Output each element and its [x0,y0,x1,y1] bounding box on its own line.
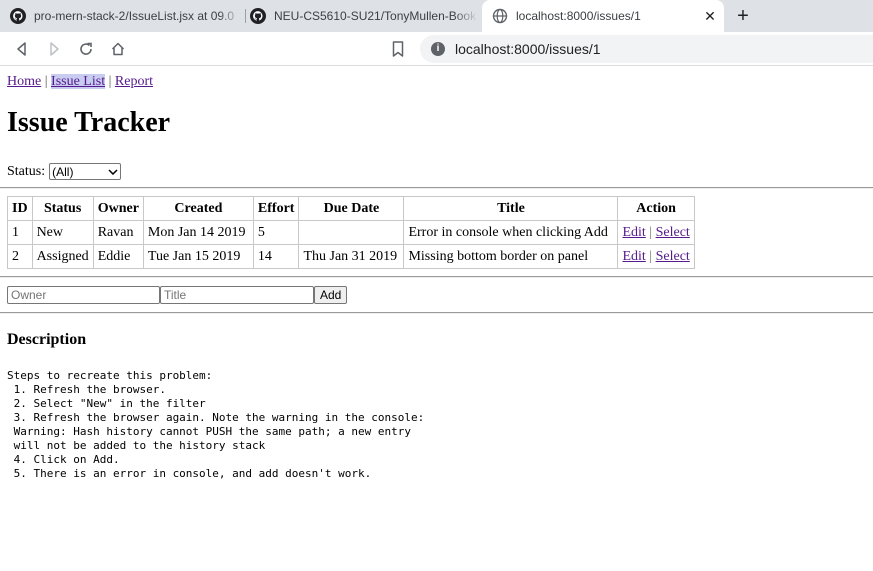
tab-bar: pro-mern-stack-2/IssueList.jsx at 09.0 N… [0,0,873,32]
action-separator: | [649,248,653,264]
table-row: 1 New Ravan Mon Jan 14 2019 5 Error in c… [7,220,695,245]
nav-separator: | [44,74,48,89]
title-input[interactable] [160,286,314,304]
forward-button[interactable] [44,39,64,59]
tab-issuelist-github[interactable]: pro-mern-stack-2/IssueList.jsx at 09.0 [10,0,242,32]
address-text: localhost:8000/issues/1 [455,41,601,57]
github-icon [10,8,26,24]
cell-due-date [298,220,405,245]
issue-add-form: Add [7,286,348,304]
nav-home-link[interactable]: Home [7,74,41,89]
column-header-owner: Owner [92,196,144,221]
tab-title: localhost:8000/issues/1 [516,9,641,23]
table-header-row: ID Status Owner Created Effort Due Date … [7,196,695,221]
add-button[interactable]: Add [314,286,348,304]
forward-arrow-icon [50,42,59,56]
reload-icon [80,42,92,55]
home-icon [111,42,125,56]
nav-report-link[interactable]: Report [115,74,153,89]
owner-input[interactable] [7,286,160,304]
cell-effort: 14 [252,244,300,269]
globe-icon [492,8,508,24]
home-button[interactable] [108,39,128,59]
github-icon [250,8,266,24]
bookmark-icon[interactable] [390,40,406,58]
cell-created: Tue Jan 15 2019 [142,244,254,269]
cell-effort: 5 [252,220,300,245]
column-header-id: ID [7,196,33,221]
divider [0,276,873,278]
column-header-title: Title [403,196,619,221]
cell-status: Assigned [31,244,94,269]
tab-neu-cs5610[interactable]: NEU-CS5610-SU21/TonyMullen-Book [250,0,478,32]
address-bar[interactable]: i localhost:8000/issues/1 [420,35,873,63]
status-filter-select[interactable]: (All) [49,163,122,180]
column-header-action: Action [617,196,695,221]
select-link[interactable]: Select [656,249,690,264]
close-tab-icon[interactable]: ✕ [702,8,718,24]
issue-filter: Status: (All) [7,163,122,180]
browser-toolbar: i localhost:8000/issues/1 [0,32,873,66]
cell-action: Edit | Select [617,244,695,269]
divider [0,187,873,189]
tab-title: NEU-CS5610-SU21/TonyMullen-Book [274,9,477,23]
chevron-down-icon [108,168,118,175]
cell-id: 1 [7,220,33,245]
cell-owner: Eddie [92,244,144,269]
description-body: Steps to recreate this problem: 1. Refre… [7,369,425,480]
cell-status: New [31,220,94,245]
nav-separator: | [108,74,112,89]
nav-issue-list-link[interactable]: Issue List [51,74,106,89]
cell-action: Edit | Select [617,220,695,245]
new-tab-button[interactable]: + [732,5,754,27]
divider [0,312,873,314]
edit-link[interactable]: Edit [622,249,645,264]
tab-localhost-issues[interactable]: localhost:8000/issues/1 ✕ [482,0,724,32]
cell-title: Error in console when clicking Add [403,220,619,245]
back-arrow-icon [17,42,26,56]
nav-bar: Home | Issue List | Report [7,74,153,90]
cell-due-date: Thu Jan 31 2019 [298,244,405,269]
column-header-status: Status [31,196,94,221]
table-row: 2 Assigned Eddie Tue Jan 15 2019 14 Thu … [7,244,695,269]
tab-title: pro-mern-stack-2/IssueList.jsx at 09.0 [34,9,235,23]
cell-id: 2 [7,244,33,269]
column-header-created: Created [142,196,254,221]
select-link[interactable]: Select [656,225,690,240]
reload-button[interactable] [76,39,96,59]
description-heading: Description [7,331,87,348]
status-filter-value: (All) [52,164,74,179]
tab-divider [245,9,246,23]
info-icon[interactable]: i [431,42,445,56]
status-filter-label: Status: [7,163,46,179]
column-header-effort: Effort [252,196,300,221]
cell-owner: Ravan [92,220,144,245]
issue-table: ID Status Owner Created Effort Due Date … [7,196,695,269]
column-header-due-date: Due Date [298,196,405,221]
cell-title: Missing bottom border on panel [403,244,619,269]
page-title: Issue Tracker [7,107,171,138]
back-button[interactable] [12,39,32,59]
action-separator: | [649,224,653,240]
cell-created: Mon Jan 14 2019 [142,220,254,245]
edit-link[interactable]: Edit [622,225,645,240]
